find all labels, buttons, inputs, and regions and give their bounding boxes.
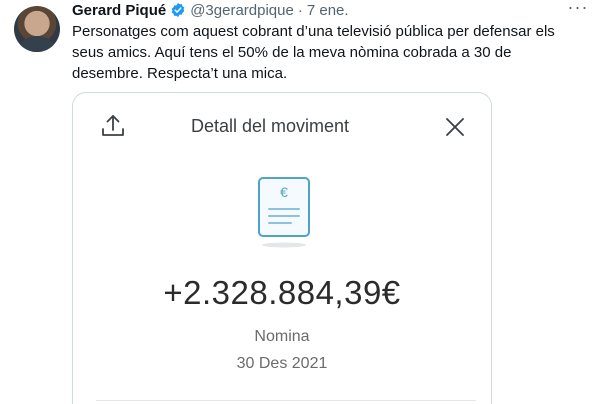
tweet-header: Gerard Piqué @3gerardpique · 7 ene.	[72, 0, 349, 20]
movement-amount: +2.328.884,39€	[163, 274, 401, 311]
tweet-text: Personatges com aquest cobrant d’una tel…	[72, 23, 555, 82]
card-divider	[96, 400, 476, 401]
author-name[interactable]: Gerard Piqué	[72, 2, 166, 19]
avatar[interactable]	[14, 6, 60, 52]
movement-date: 30 Des 2021	[236, 355, 328, 372]
header-separator: ·	[297, 1, 303, 19]
movement-concept: Nomina	[254, 328, 310, 345]
receipt-document-icon: €	[258, 177, 310, 248]
upload-icon[interactable]	[99, 112, 127, 140]
author-handle[interactable]: @3gerardpique	[190, 2, 294, 19]
close-icon[interactable]	[444, 116, 466, 138]
detail-title: Detall del moviment	[190, 116, 350, 136]
tweet-date[interactable]: 7 ene.	[307, 2, 349, 19]
verified-badge-icon	[171, 3, 185, 17]
more-horizontal-icon[interactable]: ···	[566, 0, 590, 20]
euro-symbol: €	[280, 184, 288, 200]
